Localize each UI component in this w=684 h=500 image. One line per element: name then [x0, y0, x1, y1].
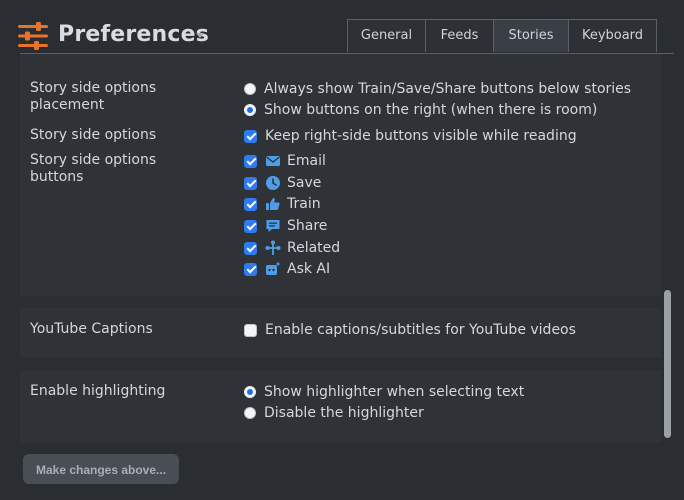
checkbox[interactable]: [244, 262, 257, 276]
tab-feeds[interactable]: Feeds: [425, 19, 494, 52]
checkbox[interactable]: [244, 323, 257, 337]
option-label: Always show Train/Save/Share buttons bel…: [264, 81, 632, 97]
option-label: Email: [287, 153, 326, 169]
tab-general[interactable]: General: [347, 19, 426, 52]
tab-bar: General Feeds Stories Keyboard: [347, 19, 657, 53]
highlighter-option-show[interactable]: Show highlighter when selecting text: [244, 382, 524, 402]
highlighter-option-disable[interactable]: Disable the highlighter: [244, 403, 424, 423]
button-option-email[interactable]: Email: [244, 151, 326, 171]
checkbox[interactable]: [244, 129, 257, 143]
option-label: Show highlighter when selecting text: [264, 384, 525, 400]
section-divider: [20, 296, 661, 308]
branch-icon: [265, 240, 281, 255]
checkbox[interactable]: [244, 154, 257, 168]
comment-icon: [266, 220, 280, 232]
checkbox[interactable]: [244, 219, 257, 233]
option-label: Disable the highlighter: [264, 405, 424, 421]
radio-button[interactable]: [244, 407, 256, 419]
radio-button-selected[interactable]: [244, 386, 256, 398]
checkbox[interactable]: [244, 197, 257, 211]
side-buttons-label: Story side options buttons: [30, 152, 157, 185]
option-label: Train: [287, 196, 321, 212]
youtube-label: YouTube Captions: [30, 321, 153, 337]
radio-button[interactable]: [244, 83, 256, 95]
button-option-ask-ai[interactable]: Ask AI: [244, 259, 330, 279]
option-label: Ask AI: [287, 261, 331, 277]
placement-option-right[interactable]: Show buttons on the right (when there is…: [244, 100, 597, 120]
button-option-related[interactable]: Related: [244, 238, 340, 258]
option-label: Show buttons on the right (when there is…: [264, 102, 598, 118]
checkbox[interactable]: [244, 241, 257, 255]
chevron-down-icon[interactable]: [196, 33, 204, 38]
ai-sparkle-icon: [266, 261, 281, 275]
placement-label: Story side options placement: [30, 80, 157, 113]
youtube-captions-option[interactable]: Enable captions/subtitles for YouTube vi…: [244, 320, 576, 340]
sliders-icon: [18, 22, 48, 50]
radio-button-selected[interactable]: [244, 104, 256, 116]
thumbs-up-icon: [266, 198, 280, 210]
make-changes-button[interactable]: Make changes above...: [23, 454, 179, 484]
email-icon: [266, 156, 280, 166]
header: Preferences General Feeds Stories Keyboa…: [0, 0, 684, 56]
option-label: Save: [287, 175, 322, 191]
highlighting-label: Enable highlighting: [30, 383, 166, 399]
checkbox[interactable]: [244, 176, 257, 190]
page-title: Preferences: [58, 22, 210, 47]
button-option-save[interactable]: Save: [244, 173, 321, 193]
scrollbar-thumb[interactable]: [664, 290, 671, 438]
section-divider: [20, 358, 661, 370]
tab-stories[interactable]: Stories: [493, 19, 569, 52]
button-option-train[interactable]: Train: [244, 194, 321, 214]
tab-keyboard[interactable]: Keyboard: [568, 19, 657, 52]
option-label: Related: [287, 240, 341, 256]
button-option-share[interactable]: Share: [244, 216, 327, 236]
option-label: Keep right-side buttons visible while re…: [265, 128, 577, 144]
option-label: Share: [287, 218, 328, 234]
placement-option-below[interactable]: Always show Train/Save/Share buttons bel…: [244, 79, 631, 99]
side-options-label: Story side options: [30, 127, 157, 143]
keep-visible-option[interactable]: Keep right-side buttons visible while re…: [244, 126, 577, 146]
option-label: Enable captions/subtitles for YouTube vi…: [265, 322, 576, 338]
clock-icon: [266, 176, 280, 190]
